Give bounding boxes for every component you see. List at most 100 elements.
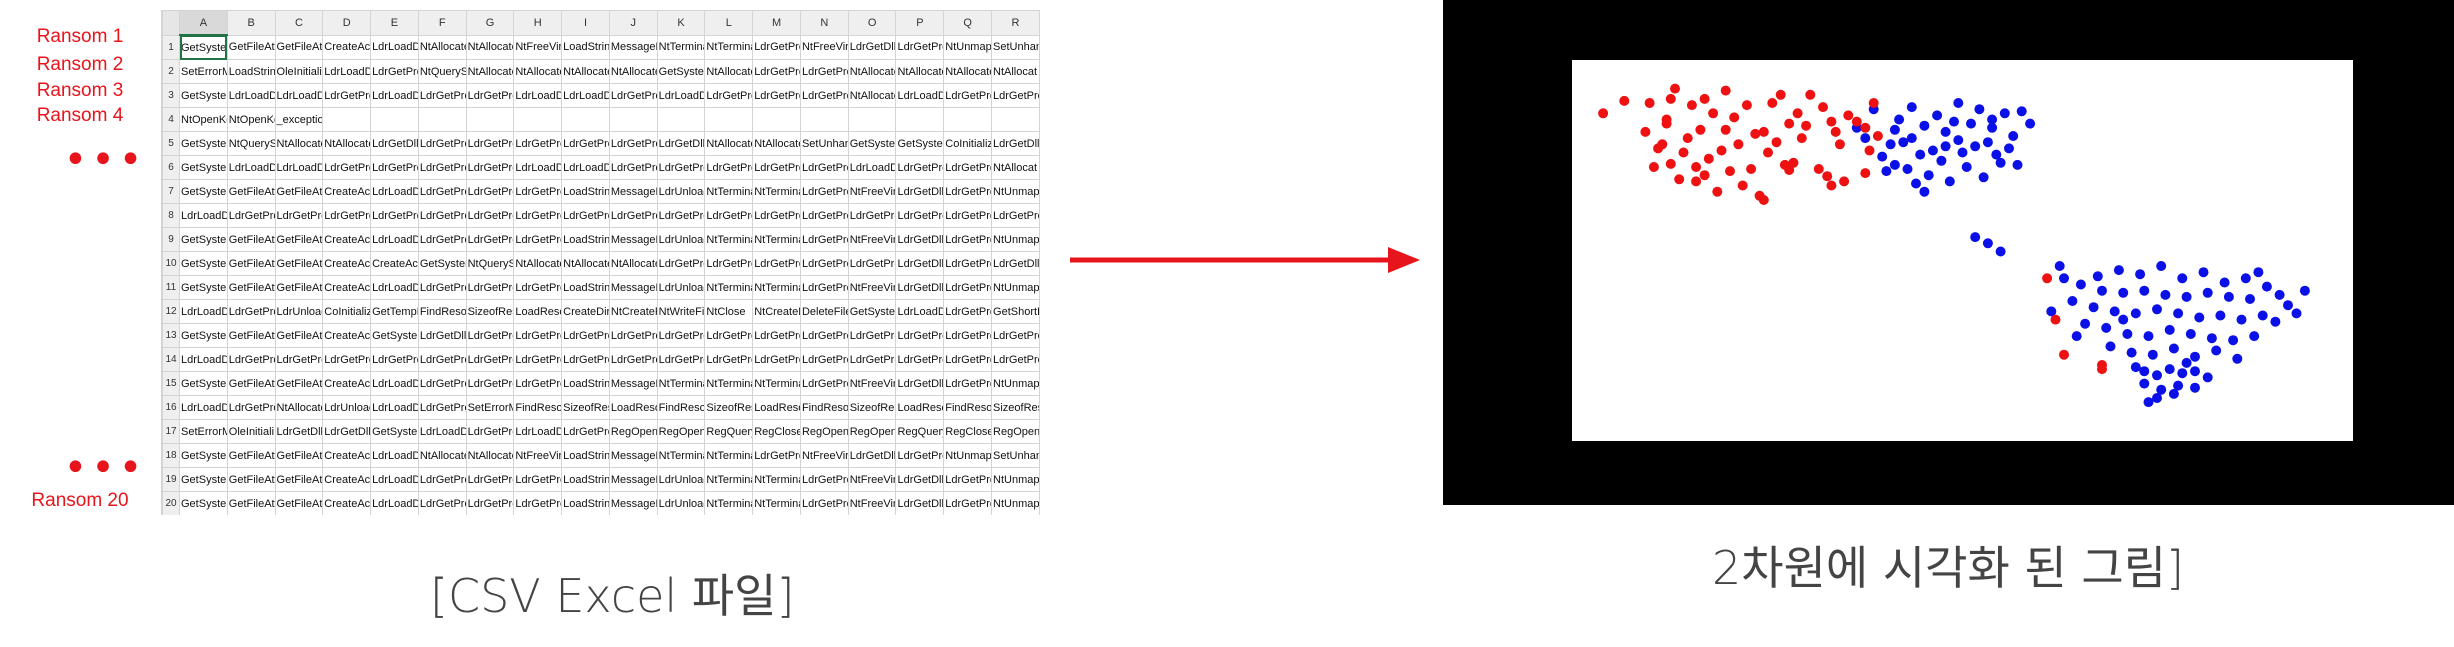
cell[interactable]: LoadResou [513,299,563,324]
cell[interactable]: LdrGetPro [847,251,897,276]
cell[interactable]: LoadString [561,467,610,492]
row-header[interactable]: 8 [162,203,180,228]
row-header[interactable]: 5 [162,131,180,156]
cell[interactable]: NtAllocate [847,59,897,84]
cell[interactable]: LoadResou [752,395,801,420]
cell[interactable]: NtTermina [656,34,706,60]
cell[interactable]: CreateActi [322,323,372,348]
cell[interactable]: GetSystem [179,83,228,108]
cell[interactable]: LdrGetDllI [847,443,897,468]
cell[interactable]: LdrGetPro [799,347,849,372]
column-header-q[interactable]: Q [943,10,993,36]
cell[interactable]: LdrGetPro [608,347,658,372]
cell[interactable]: LdrGetPro [226,395,276,420]
cell[interactable]: SizeofResc [561,395,610,420]
cell[interactable]: CreateActi [322,371,372,396]
cell[interactable]: LdrGetPro [752,347,801,372]
column-header-g[interactable]: G [465,10,515,36]
column-header-r[interactable]: R [991,10,1040,36]
cell[interactable]: LdrGetPro [465,203,515,228]
cell[interactable]: NtUnmap [991,491,1040,515]
cell[interactable]: LdrGetPro [991,203,1040,228]
cell[interactable]: GetShortI [991,299,1040,324]
cell[interactable]: LdrGetPro [847,203,897,228]
cell[interactable]: LoadResou [895,395,945,420]
column-header-c[interactable]: C [274,10,324,36]
cell[interactable]: NtTermina [752,275,801,300]
cell[interactable]: MessageB [608,179,658,204]
row-header[interactable]: 14 [162,347,180,372]
column-header-k[interactable]: K [656,10,706,36]
cell[interactable]: CreateActi [322,227,372,252]
cell[interactable]: GetFileAtt [226,443,276,468]
cell[interactable]: GetSystem [847,131,897,156]
cell[interactable]: LoadString [561,491,610,515]
cell[interactable]: LdrGetPro [752,203,801,228]
cell[interactable]: NtFreeVirt [513,443,563,468]
cell[interactable]: LdrGetPro [608,155,658,180]
cell[interactable]: SizeofResc [704,395,754,420]
cell[interactable] [322,107,372,132]
cell[interactable]: LdrGetPro [799,155,849,180]
cell[interactable]: LdrGetPro [226,347,276,372]
cell[interactable]: LdrGetPro [752,34,801,60]
cell[interactable]: GetFileAtt [274,467,324,492]
cell[interactable]: LdrGetPro [943,491,993,515]
cell[interactable]: LdrGetPro [943,83,993,108]
cell[interactable]: LdrGetPro [704,347,754,372]
cell[interactable]: LdrUnloac [274,299,324,324]
cell[interactable]: MessageB [608,467,658,492]
cell[interactable]: LdrGetPro [513,347,563,372]
cell[interactable]: LdrGetPro [417,275,467,300]
cell[interactable]: LdrGetPro [943,227,993,252]
row-header[interactable]: 12 [162,299,180,324]
row-header[interactable]: 9 [162,227,180,252]
cell[interactable]: NtQuerySy [465,251,515,276]
cell[interactable]: LdrGetDllI [895,227,945,252]
cell[interactable]: LdrLoadDl [513,419,563,444]
cell[interactable]: LdrLoadDl [226,83,276,108]
cell[interactable]: NtOpenKe [179,107,228,132]
cell[interactable]: NtUnmap [991,371,1040,396]
cell[interactable]: LdrGetPro [799,227,849,252]
cell[interactable]: LdrGetPro [465,491,515,515]
cell[interactable]: LdrGetPro [226,203,276,228]
cell[interactable]: LdrGetPro [513,491,563,515]
cell[interactable] [991,107,1040,132]
cell[interactable]: NtClose [704,299,754,324]
cell[interactable]: LdrGetDllI [370,131,419,156]
cell[interactable]: NtAllocate [465,34,515,60]
cell[interactable]: LdrGetPro [417,227,467,252]
cell[interactable] [895,107,945,132]
row-header[interactable]: 6 [162,155,180,180]
cell[interactable]: LdrGetPro [417,203,467,228]
cell[interactable]: GetSystem [179,227,228,252]
cell[interactable]: LdrUnloac [656,275,706,300]
cell[interactable]: LoadString [561,227,610,252]
cell[interactable]: LdrGetPro [943,323,993,348]
cell[interactable]: RegOpenK [608,419,658,444]
cell[interactable]: NtAllocate [513,251,563,276]
cell[interactable]: NtAllocate [561,251,610,276]
cell[interactable]: LdrLoadDl [370,179,419,204]
cell[interactable]: LdrGetPro [799,203,849,228]
cell[interactable]: NtAllocat [991,59,1040,84]
cell[interactable]: GetFileAtt [274,227,324,252]
cell[interactable]: LdrGetPro [513,467,563,492]
row-header[interactable]: 20 [162,491,180,515]
cell[interactable]: LdrGetPro [513,323,563,348]
cell[interactable]: LdrGetPro [943,347,993,372]
cell[interactable]: LdrLoadDl [656,83,706,108]
cell[interactable]: NtTermina [656,371,706,396]
cell[interactable] [370,107,419,132]
cell[interactable]: LdrLoadDl [370,491,419,515]
cell[interactable]: LdrGetPro [752,59,801,84]
cell[interactable]: NtAllocate [322,131,372,156]
cell[interactable]: GetSystem [179,131,228,156]
cell[interactable]: _exception_ [274,107,324,132]
cell[interactable]: LdrGetPro [226,299,276,324]
cell[interactable]: LdrGetPro [274,347,324,372]
cell[interactable] [752,107,801,132]
cell[interactable]: FindResou [799,395,849,420]
cell[interactable]: LdrGetPro [943,467,993,492]
